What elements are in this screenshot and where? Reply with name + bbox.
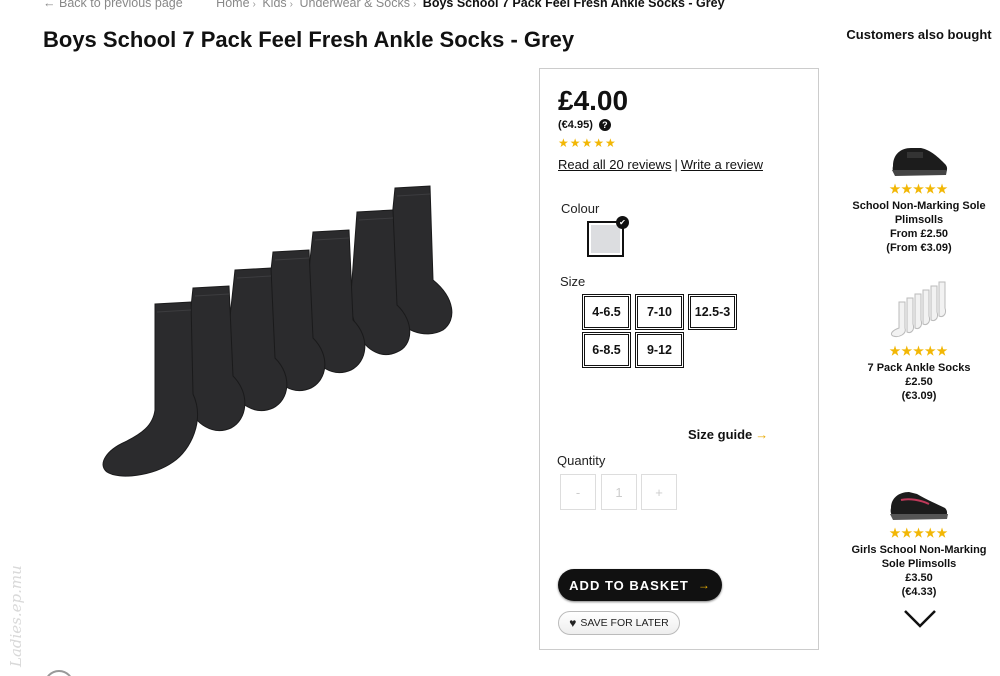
recommendation-item[interactable]: ★★★★★ School Non-Marking Sole Plimsolls … bbox=[840, 140, 998, 255]
size-option[interactable]: 12.5-3 bbox=[688, 294, 737, 330]
size-option[interactable]: 9-12 bbox=[635, 332, 684, 368]
size-label: Size bbox=[560, 274, 586, 289]
quantity-label: Quantity bbox=[557, 453, 606, 468]
recommendation-price-eur: (€3.09) bbox=[901, 390, 937, 402]
save-for-later-button[interactable]: ♥ SAVE FOR LATER bbox=[558, 611, 680, 635]
arrow-right-icon: → bbox=[755, 427, 769, 442]
rating-stars: ★★★★★ bbox=[889, 182, 949, 196]
swatch-fill bbox=[591, 225, 620, 253]
write-review-link[interactable]: Write a review bbox=[681, 157, 763, 172]
chevron-down-icon[interactable] bbox=[902, 608, 938, 630]
recommendation-item[interactable]: ★★★★★ 7 Pack Ankle Socks £2.50 (€3.09) bbox=[840, 278, 998, 403]
recommendation-price: £2.50 bbox=[905, 376, 933, 388]
chevron-right-icon: › bbox=[412, 0, 417, 10]
quantity-input[interactable]: 1 bbox=[601, 474, 637, 510]
add-to-basket-button[interactable]: ADD TO BASKET → bbox=[558, 569, 722, 601]
heart-icon: ♥ bbox=[569, 616, 577, 630]
recommendation-price: From £2.50 bbox=[889, 228, 949, 240]
recommendation-name: Girls School Non-Marking Sole Plimsolls bbox=[851, 544, 987, 570]
size-guide-link[interactable]: Size guide → bbox=[688, 427, 768, 442]
price-eur: (€4.95)? bbox=[558, 119, 611, 132]
breadcrumb-underwear-socks[interactable]: Underwear & Socks bbox=[300, 0, 410, 10]
back-link[interactable]: ← Back to previous page bbox=[43, 0, 183, 10]
breadcrumb-current: Boys School 7 Pack Feel Fresh Ankle Sock… bbox=[422, 0, 725, 10]
divider: | bbox=[674, 157, 678, 172]
page-title: Boys School 7 Pack Feel Fresh Ankle Sock… bbox=[43, 27, 575, 52]
recommendation-name: School Non-Marking Sole Plimsolls bbox=[852, 200, 986, 226]
recommendation-price: £3.50 bbox=[905, 572, 933, 584]
size-option[interactable]: 4-6.5 bbox=[582, 294, 631, 330]
quantity-increase-button[interactable]: + bbox=[641, 474, 677, 510]
recommendation-name: 7 Pack Ankle Socks bbox=[867, 362, 971, 374]
help-icon[interactable]: ? bbox=[598, 119, 611, 132]
svg-text:Ladies.ep.mu: Ladies.ep.mu bbox=[7, 565, 25, 668]
breadcrumb: ← Back to previous page Home › Kids › Unde… bbox=[43, 0, 725, 10]
rating-stars: ★★★★★ bbox=[889, 344, 949, 358]
rating-stars: ★★★★★ bbox=[558, 136, 617, 150]
recommendation-price-eur: (€4.33) bbox=[901, 586, 937, 598]
read-reviews-link[interactable]: Read all 20 reviews bbox=[558, 157, 671, 172]
buy-box: £4.00 (€4.95)? ★★★★★ Read all 20 reviews… bbox=[539, 68, 819, 650]
size-option[interactable]: 7-10 bbox=[635, 294, 684, 330]
colour-label: Colour bbox=[561, 201, 600, 216]
girls-plimsoll-thumbnail bbox=[890, 492, 948, 520]
recommendation-item[interactable]: ★★★★★ Girls School Non-Marking Sole Plim… bbox=[840, 486, 998, 599]
arrow-right-icon: → bbox=[697, 578, 711, 592]
check-icon: ✔ bbox=[616, 216, 629, 229]
plimsoll-thumbnail bbox=[892, 148, 948, 176]
circle-icon bbox=[44, 670, 74, 676]
colour-swatch-grey[interactable]: ✔ bbox=[587, 216, 629, 257]
reviews-links: Read all 20 reviews | Write a review bbox=[558, 157, 763, 172]
back-arrow-icon: ← bbox=[43, 0, 56, 10]
quantity-decrease-button[interactable]: - bbox=[560, 474, 596, 510]
price: £4.00 bbox=[558, 85, 629, 116]
chevron-right-icon: › bbox=[252, 0, 256, 10]
watermark: Ladies.ep.mu bbox=[7, 565, 25, 668]
rating-stars: ★★★★★ bbox=[889, 526, 949, 540]
product-image[interactable] bbox=[95, 180, 465, 490]
size-option[interactable]: 6-8.5 bbox=[582, 332, 631, 368]
breadcrumb-home[interactable]: Home bbox=[216, 0, 249, 10]
white-socks-thumbnail bbox=[890, 281, 946, 337]
breadcrumb-kids[interactable]: Kids bbox=[262, 0, 286, 10]
also-bought-title: Customers also bought bbox=[846, 27, 992, 42]
chevron-right-icon: › bbox=[289, 0, 294, 10]
recommendation-price-eur: (From €3.09) bbox=[886, 242, 952, 254]
